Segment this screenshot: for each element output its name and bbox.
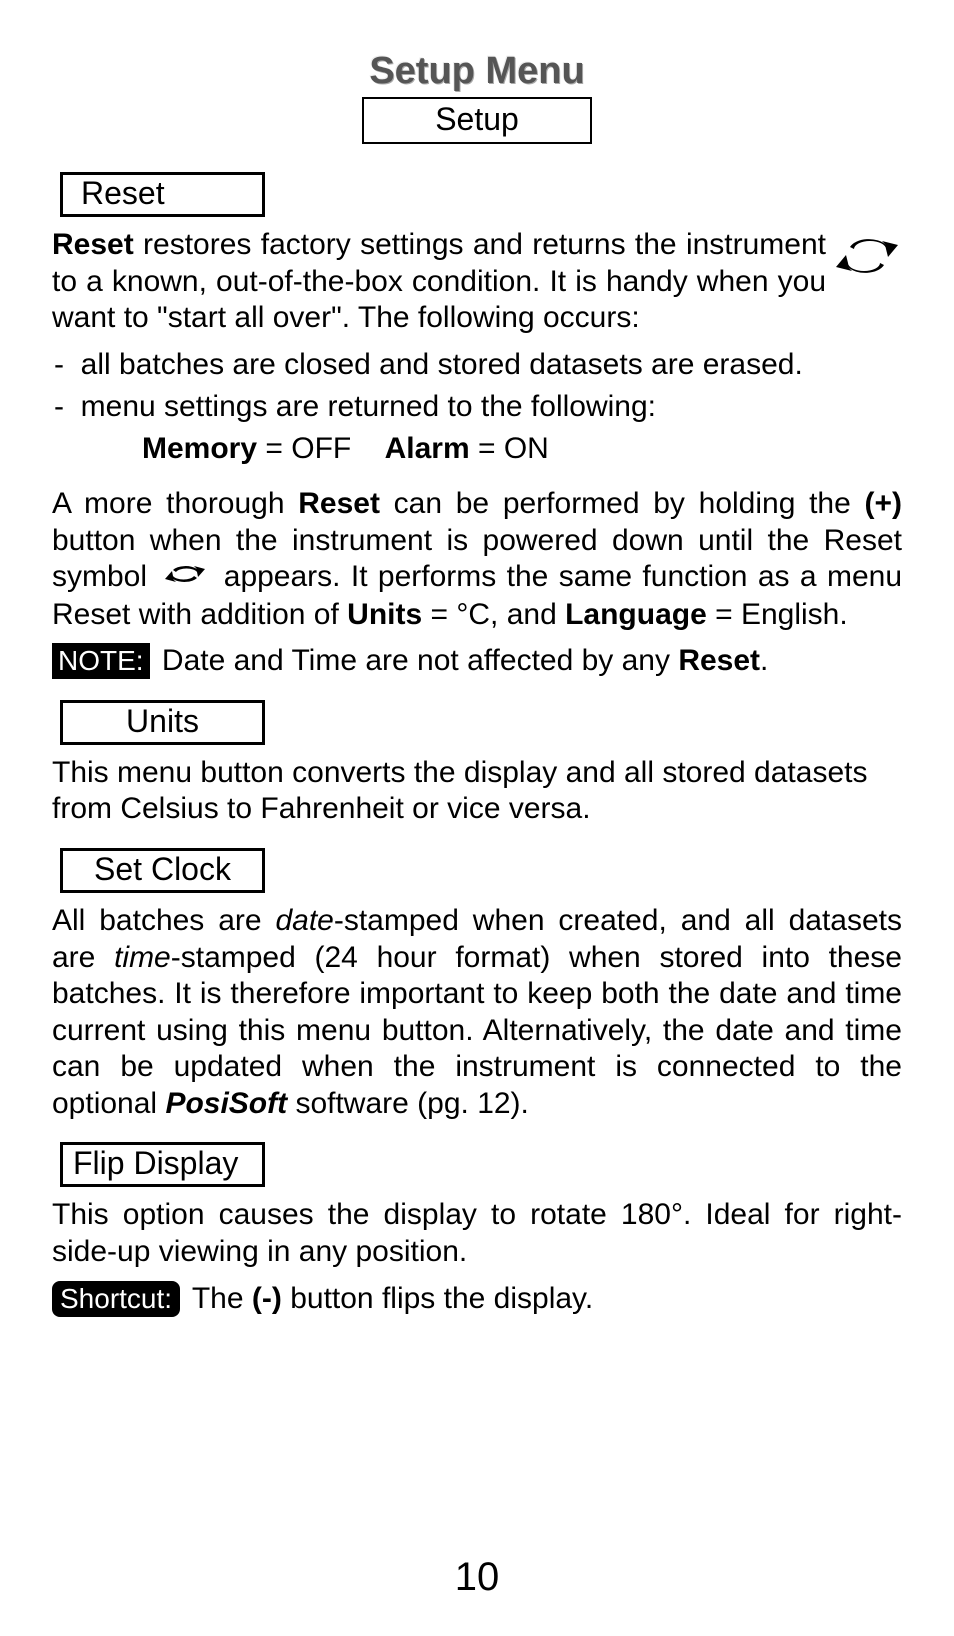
date-italic: date (275, 904, 333, 937)
units-paragraph: This menu button converts the display an… (52, 755, 902, 828)
text: button flips the display. (282, 1282, 593, 1315)
note-line: NOTE: Date and Time are not affected by … (52, 643, 902, 680)
reset-icon (163, 560, 207, 597)
reset-icon (832, 231, 902, 291)
memory-label: Memory (142, 432, 257, 465)
text: software (pg. 12). (287, 1087, 529, 1120)
shortcut-line: Shortcut: The (-) button flips the displ… (52, 1281, 902, 1318)
text: = English. (707, 598, 848, 631)
language-bold: Language (565, 598, 707, 631)
page-title: Setup Menu (52, 50, 902, 93)
menu-box-reset: Reset (60, 172, 265, 217)
reset-paragraph-1: Reset restores factory settings and retu… (52, 227, 902, 337)
memory-value: = OFF (257, 432, 351, 465)
bullet-text: all batches are closed and stored datase… (81, 348, 803, 381)
menu-box-flip-display: Flip Display (60, 1142, 265, 1187)
plus-button-ref: (+) (865, 487, 903, 520)
alarm-value: = ON (470, 432, 549, 465)
note-text: Date and Time are not affected by any (154, 644, 679, 677)
page-number: 10 (0, 1555, 954, 1600)
reset-bold: Reset (678, 644, 760, 677)
reset-bullet-2: - menu settings are returned to the foll… (52, 389, 902, 426)
menu-box-set-clock: Set Clock (60, 848, 265, 893)
reset-paragraph-2: A more thorough Reset can be performed b… (52, 486, 902, 633)
text: The (184, 1282, 252, 1315)
time-italic: time (114, 941, 171, 974)
reset-bold: Reset (298, 487, 380, 520)
text: = °C, and (422, 598, 565, 631)
units-bold: Units (347, 598, 422, 631)
reset-bold: Reset (52, 228, 134, 261)
flip-paragraph: This option causes the display to rotate… (52, 1197, 902, 1270)
bullet-text: menu settings are returned to the follow… (81, 390, 656, 423)
menu-box-setup: Setup (362, 97, 592, 144)
reset-settings-line: Memory = OFF Alarm = ON (52, 432, 902, 466)
text: A more thorough (52, 487, 298, 520)
minus-button-ref: (-) (252, 1282, 282, 1315)
text: All batches are (52, 904, 275, 937)
note-badge: NOTE: (52, 643, 150, 679)
clock-paragraph: All batches are date-stamped when create… (52, 903, 902, 1123)
reset-text: restores factory settings and returns th… (52, 228, 826, 334)
menu-box-units: Units (60, 700, 265, 745)
reset-bullet-1: - all batches are closed and stored data… (52, 347, 902, 384)
note-text-end: . (760, 644, 768, 677)
alarm-label: Alarm (385, 432, 470, 465)
text: can be performed by holding the (380, 487, 865, 520)
posisoft-ref: PosiSoft (165, 1087, 287, 1120)
shortcut-badge: Shortcut: (52, 1281, 180, 1317)
